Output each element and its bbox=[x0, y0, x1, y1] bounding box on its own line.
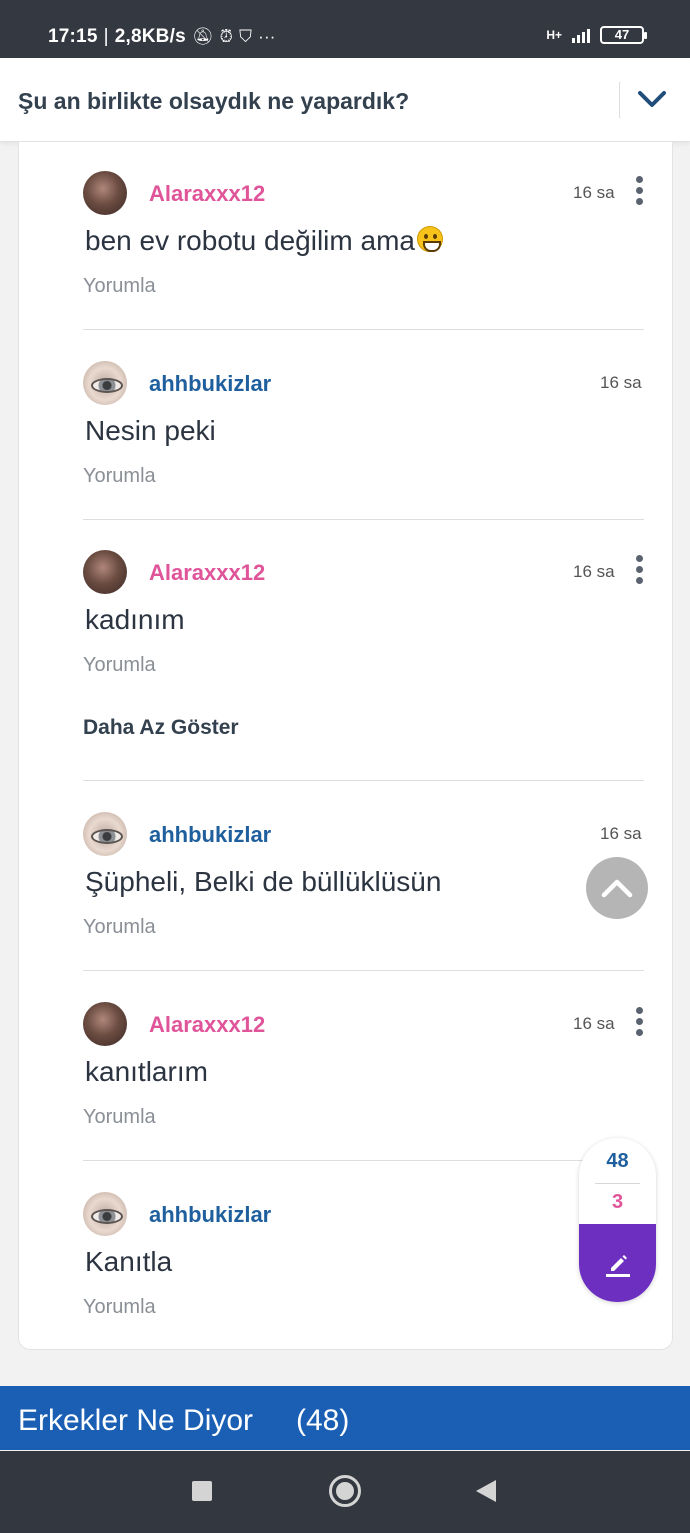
mute-icon: 🔕︎ bbox=[191, 27, 214, 46]
network-type: H+ bbox=[546, 28, 562, 42]
comment-item: ahhbukizlar 16 sa Nesin peki Yorumla bbox=[83, 361, 645, 491]
divider bbox=[83, 970, 644, 971]
question-header: Şu an birlikte olsaydık ne yapardık? bbox=[0, 58, 690, 142]
page-title: Şu an birlikte olsaydık ne yapardık? bbox=[18, 88, 410, 114]
comment-time: 16 sa bbox=[573, 1014, 615, 1033]
avatar[interactable] bbox=[83, 361, 127, 405]
avatar[interactable] bbox=[83, 171, 127, 215]
reply-link[interactable]: Yorumla bbox=[83, 275, 156, 298]
comment-time: 16 sa bbox=[573, 183, 615, 202]
chevron-down-icon[interactable] bbox=[636, 86, 668, 112]
opinion-counter-widget: 48 3 bbox=[579, 1138, 656, 1302]
comment-text: kadınım bbox=[85, 604, 185, 635]
avatar[interactable] bbox=[83, 812, 127, 856]
divider bbox=[595, 1183, 640, 1184]
scroll-to-top-button[interactable] bbox=[586, 857, 648, 919]
comment-time: 16 sa bbox=[573, 562, 615, 581]
more-notifications-icon: ··· bbox=[258, 27, 276, 46]
reply-link[interactable]: Yorumla bbox=[83, 465, 156, 488]
avatar[interactable] bbox=[83, 1002, 127, 1046]
reply-link[interactable]: Yorumla bbox=[83, 916, 156, 939]
comment-time: 16 sa bbox=[600, 824, 642, 843]
pencil-icon bbox=[605, 1255, 630, 1277]
username[interactable]: ahhbukizlar bbox=[149, 822, 271, 848]
shield-icon: ⛉ bbox=[239, 27, 253, 46]
username[interactable]: ahhbukizlar bbox=[149, 371, 271, 397]
grinning-face-icon bbox=[416, 226, 443, 252]
divider bbox=[83, 1160, 644, 1161]
avatar[interactable] bbox=[83, 550, 127, 594]
more-options-icon[interactable] bbox=[633, 555, 645, 585]
reply-link[interactable]: Yorumla bbox=[83, 654, 156, 677]
alarm-icon: ⏰︎ bbox=[219, 27, 234, 46]
network-speed: 2,8KB/s bbox=[114, 26, 186, 47]
status-right: H+ 47 bbox=[546, 26, 647, 44]
recent-apps-icon[interactable] bbox=[192, 1481, 212, 1501]
answers-section-bar[interactable]: Erkekler Ne Diyor (48) bbox=[0, 1386, 690, 1450]
comment-item: ahhbukizlar Kanıtla Yorumla bbox=[83, 1192, 645, 1322]
more-options-icon[interactable] bbox=[633, 176, 645, 206]
home-icon[interactable] bbox=[329, 1475, 361, 1507]
signal-icon bbox=[572, 27, 590, 43]
divider bbox=[83, 329, 644, 330]
male-count[interactable]: 48 bbox=[579, 1150, 656, 1173]
comment-item: Alaraxxx12 16 sa ben ev robotu değilim a… bbox=[83, 171, 645, 301]
status-left: 17:15 | 2,8KB/s 🔕︎ ⏰︎ ⛉ ··· bbox=[48, 26, 276, 47]
username[interactable]: Alaraxxx12 bbox=[149, 560, 265, 586]
reply-link[interactable]: Yorumla bbox=[83, 1106, 156, 1129]
header-divider bbox=[619, 82, 620, 118]
divider bbox=[83, 519, 644, 520]
username[interactable]: Alaraxxx12 bbox=[149, 1012, 265, 1038]
avatar[interactable] bbox=[83, 1192, 127, 1236]
show-less-button[interactable]: Daha Az Göster bbox=[83, 716, 239, 740]
section-title: Erkekler Ne Diyor bbox=[18, 1404, 254, 1437]
comment-text: Kanıtla bbox=[85, 1246, 173, 1277]
back-icon[interactable] bbox=[476, 1480, 496, 1502]
comment-text: Şüpheli, Belki de büllüklüsün bbox=[85, 866, 442, 897]
write-opinion-button[interactable] bbox=[579, 1224, 656, 1302]
comment-text: Nesin peki bbox=[85, 415, 216, 446]
comment-time: 16 sa bbox=[600, 373, 642, 392]
section-count: (48) bbox=[296, 1404, 350, 1437]
status-time: 17:15 bbox=[48, 26, 98, 47]
system-nav-bar bbox=[0, 1451, 690, 1533]
female-count[interactable]: 3 bbox=[579, 1191, 656, 1214]
comment-thread: Alaraxxx12 16 sa ben ev robotu değilim a… bbox=[18, 142, 673, 1350]
comment-text: kanıtlarım bbox=[85, 1056, 208, 1087]
username[interactable]: ahhbukizlar bbox=[149, 1202, 271, 1228]
battery-icon: 47 bbox=[600, 26, 647, 44]
more-options-icon[interactable] bbox=[633, 1007, 645, 1037]
divider bbox=[83, 780, 644, 781]
username[interactable]: Alaraxxx12 bbox=[149, 181, 265, 207]
comment-item: Alaraxxx12 16 sa kadınım Yorumla bbox=[83, 550, 645, 680]
comment-text: ben ev robotu değilim ama bbox=[85, 225, 443, 257]
chevron-up-icon bbox=[601, 879, 633, 898]
comment-item: Alaraxxx12 16 sa kanıtlarım Yorumla bbox=[83, 1002, 645, 1132]
status-bar: 17:15 | 2,8KB/s 🔕︎ ⏰︎ ⛉ ··· H+ 47 bbox=[0, 0, 690, 58]
reply-link[interactable]: Yorumla bbox=[83, 1296, 156, 1319]
comment-item: ahhbukizlar 16 sa Şüpheli, Belki de büll… bbox=[83, 812, 645, 942]
